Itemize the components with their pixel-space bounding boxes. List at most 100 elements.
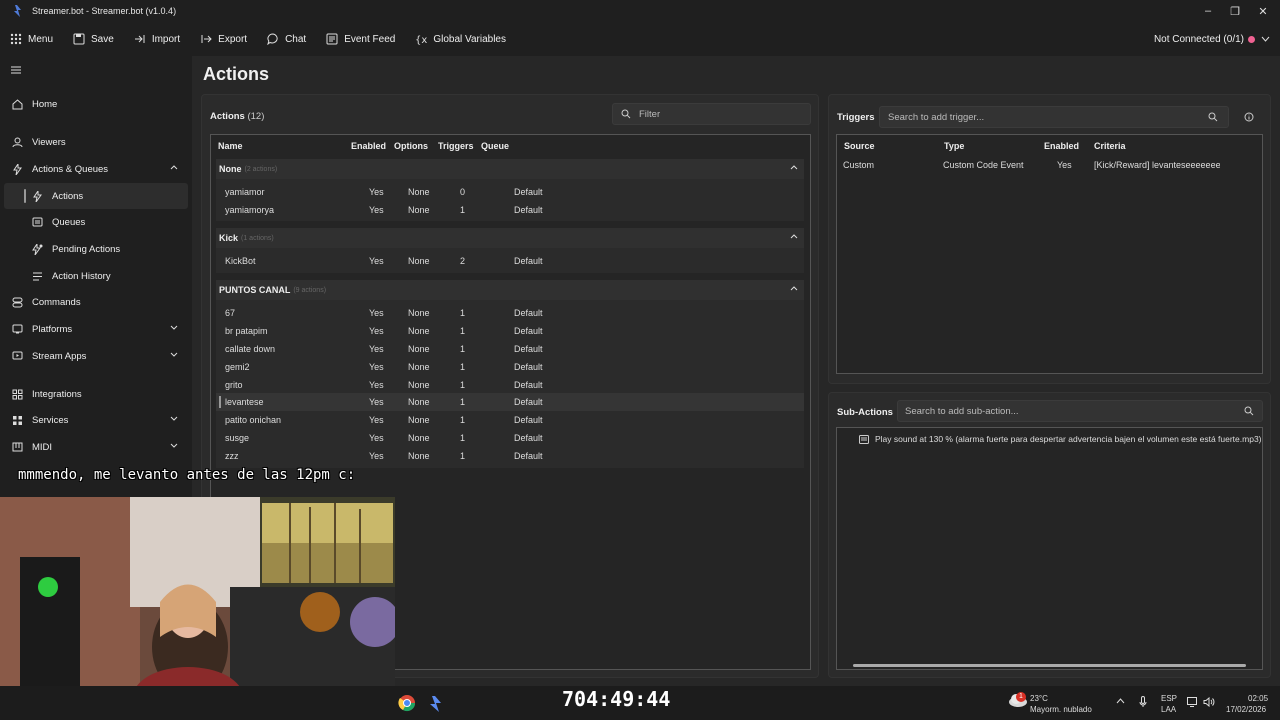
subaction-search-input[interactable]: Search to add sub-action... [897,400,1263,422]
streamerbot-taskbar-icon[interactable] [428,696,442,715]
column-header-queue[interactable]: Queue [481,141,509,151]
table-row[interactable]: patito onichan Yes None 1 Default [216,411,804,429]
cell-type: Custom Code Event [943,160,1024,170]
save-button[interactable]: Save [63,22,124,56]
sidebar-item-label: Action History [52,270,111,282]
cell-triggers: 1 [460,380,466,390]
sidebar-item-action-history[interactable]: Action History [4,263,188,289]
chrome-taskbar-icon[interactable] [398,694,416,715]
cell-options: None [408,380,430,390]
chevron-down-icon [170,443,178,448]
minimize-icon[interactable]: – [1194,0,1222,22]
subaction-item[interactable]: Play sound at 130 % (alarma fuerte para … [859,434,1261,444]
cell-name: susge [225,433,250,443]
subaction-label: Play sound at 130 % (alarma fuerte para … [875,434,1261,444]
event-feed-button[interactable]: Event Feed [316,22,405,56]
trigger-row[interactable]: Custom Custom Code Event Yes [Kick/Rewar… [837,156,1262,174]
table-row-selected[interactable]: levantese Yes None 1 Default [216,393,804,411]
table-row[interactable]: yamiamorya Yes None 1 Default [216,201,804,219]
sidebar-item-commands[interactable]: Commands [4,289,188,315]
chevron-up-icon[interactable] [1116,697,1125,706]
cell-enabled: Yes [369,397,384,407]
network-icon[interactable] [1187,697,1197,709]
stream-caption: mmmendo, me levanto antes de las 12pm c: [18,467,356,483]
column-header-criteria[interactable]: Criteria [1094,141,1126,151]
column-header-name[interactable]: Name [218,141,243,151]
clock-time[interactable]: 02:05 [1248,694,1268,703]
microphone-icon[interactable] [1139,696,1147,710]
table-row[interactable]: susge Yes None 1 Default [216,429,804,447]
table-row[interactable]: callate down Yes None 1 Default [216,340,804,358]
chevron-down-icon [170,352,178,357]
table-row[interactable]: br patapim Yes None 1 Default [216,322,804,340]
column-header-options[interactable]: Options [394,141,428,151]
title-bar: Streamer.bot - Streamer.bot (v1.0.4) [0,0,1280,22]
cell-name: 67 [225,308,236,318]
command-icon [10,295,24,309]
table-row[interactable]: yamiamor Yes None 0 Default [216,183,804,201]
cell-enabled: Yes [369,380,384,390]
sidebar-item-midi[interactable]: MIDI [4,434,188,460]
filter-input[interactable]: Filter [612,103,811,125]
import-button[interactable]: Import [124,22,190,56]
volume-icon[interactable] [1203,696,1215,709]
cell-enabled: Yes [369,415,384,425]
menu-button[interactable]: Menu [0,22,63,56]
column-header-type[interactable]: Type [944,141,964,151]
column-header-triggers[interactable]: Triggers [438,141,474,151]
global-variables-label: Global Variables [433,33,506,45]
table-row[interactable]: KickBot Yes None 2 Default [216,252,804,270]
sidebar-item-pending-actions[interactable]: Pending Actions [4,236,188,262]
column-header-enabled[interactable]: Enabled [351,141,386,151]
connection-status[interactable]: Not Connected (0/1) [1154,22,1270,56]
cell-triggers: 0 [460,187,466,197]
language-top[interactable]: ESP [1161,694,1177,703]
sidebar-item-home[interactable]: Home [4,91,188,117]
export-button[interactable]: Export [190,22,257,56]
clock-date[interactable]: 17/02/2026 [1226,705,1266,714]
sidebar-item-actions-queues[interactable]: Actions & Queues [4,156,188,182]
table-row[interactable]: zzz Yes None 1 Default [216,447,804,465]
cell-triggers: 2 [460,256,466,266]
cell-options: None [408,433,430,443]
sidebar-item-integrations[interactable]: Integrations [4,381,188,407]
integrations-icon [10,387,24,401]
group-header-none[interactable]: None (2 actions) [216,159,804,179]
horizontal-scrollbar[interactable] [853,664,1246,667]
language-bottom[interactable]: LAA [1161,705,1176,714]
table-row[interactable]: 67 Yes None 1 Default [216,304,804,322]
midi-icon [10,440,24,454]
cell-name: br patapim [225,326,268,336]
cell-enabled: Yes [369,205,384,215]
column-header-enabled[interactable]: Enabled [1044,141,1079,151]
import-icon [134,35,145,43]
sidebar-item-stream-apps[interactable]: Stream Apps [4,343,188,369]
column-header-source[interactable]: Source [844,141,875,151]
trigger-search-input[interactable]: Search to add trigger... [879,106,1229,128]
close-icon[interactable]: ✕ [1249,0,1277,22]
table-row[interactable]: gemi2 Yes None 1 Default [216,358,804,376]
group-header-kick[interactable]: Kick (1 actions) [216,228,804,248]
table-row[interactable]: grito Yes None 1 Default [216,376,804,394]
info-icon[interactable] [1244,112,1254,122]
actions-title: Actions [210,111,245,122]
search-icon [621,109,631,119]
global-variables-button[interactable]: {x} Global Variables [405,22,516,56]
hamburger-icon[interactable] [11,66,21,74]
sidebar-item-actions[interactable]: Actions [4,183,188,209]
chat-button[interactable]: Chat [257,22,316,56]
group-header-puntos-canal[interactable]: PUNTOS CANAL (9 actions) [216,280,804,300]
variables-icon: {x} [415,35,427,45]
cell-enabled: Yes [369,326,384,336]
sidebar-item-platforms[interactable]: Platforms [4,316,188,342]
stream-apps-icon [10,349,24,363]
cell-queue: Default [514,326,543,336]
sidebar-item-viewers[interactable]: Viewers [4,129,188,155]
import-label: Import [151,33,181,45]
weather-desc: Mayorm. nublado [1030,705,1092,714]
bolt-icon [10,162,24,176]
sidebar-item-queues[interactable]: Queues [4,209,188,235]
maximize-icon[interactable]: ❐ [1221,0,1249,22]
app-logo-icon [10,4,24,18]
sidebar-item-services[interactable]: Services [4,407,188,433]
